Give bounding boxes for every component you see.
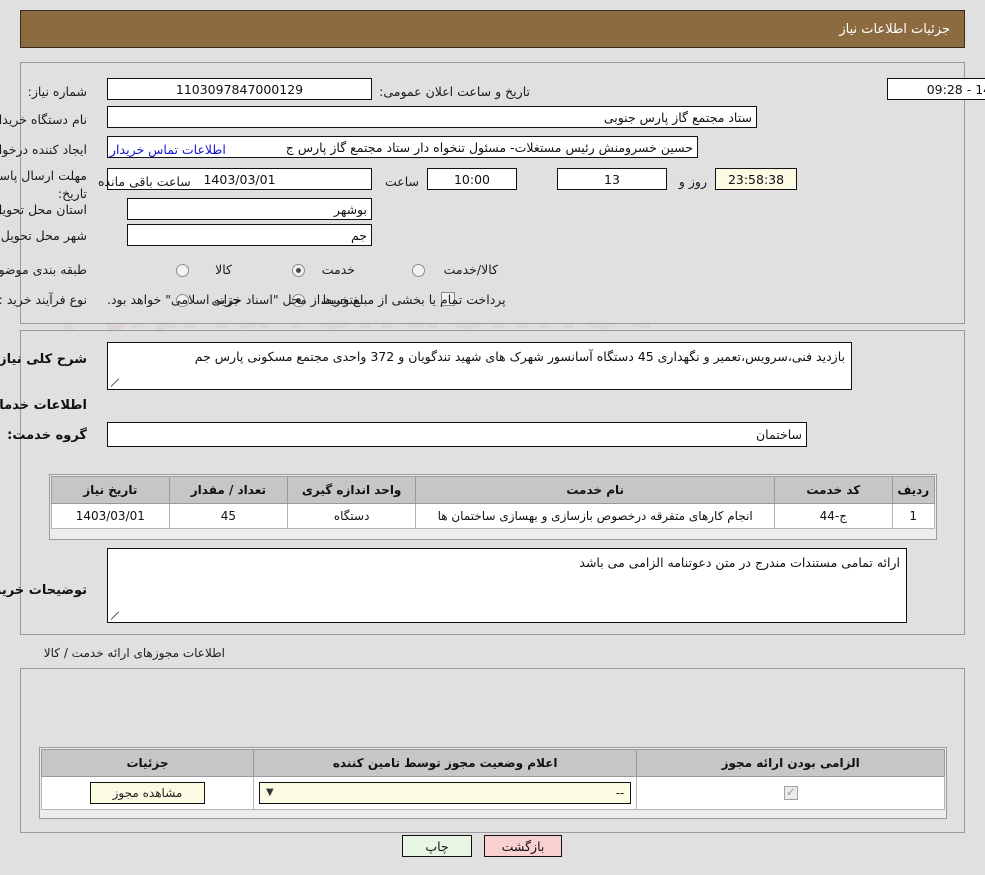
view-license-button[interactable]: مشاهده مجوز — [89, 782, 206, 804]
td-code: ج-44 — [774, 503, 893, 529]
buyer-org-value: ستاد مجتمع گاز پارس جنوبی — [107, 106, 757, 128]
td-unit: دستگاه — [287, 503, 417, 529]
remaining-hours-label: ساعت باقی مانده — [98, 174, 191, 189]
city-label: شهر محل تحویل: — [0, 228, 87, 243]
services-info-title: اطلاعات خدمات مورد نیاز — [0, 398, 87, 413]
th-code: کد خدمت — [774, 476, 893, 504]
th-date: تاریخ نیاز — [51, 476, 170, 504]
need-description-value[interactable]: بازدید فنی،سرویس،تعمیر و نگهداری 45 دستگ… — [107, 342, 852, 390]
license-status-selected: -- — [615, 786, 625, 800]
deadline-label-line1: مهلت ارسال پاسخ: تا — [0, 168, 87, 183]
need-number-label: شماره نیاز: — [27, 84, 87, 99]
buyer-org-label: نام دستگاه خریدار: — [0, 112, 87, 127]
service-group-value: ساختمان — [107, 422, 807, 447]
resize-grip-icon[interactable] — [110, 611, 120, 621]
th-license-details: جزئیات — [41, 749, 254, 777]
th-license-status: اعلام وضعیت مجوز توسط تامین کننده — [252, 749, 638, 777]
radio-category-service[interactable] — [292, 264, 305, 277]
page-header: جزئیات اطلاعات نیاز — [20, 10, 965, 48]
buyer-contact-link[interactable]: اطلاعات تماس خریدار — [110, 142, 226, 157]
days-label: روز و — [678, 174, 707, 189]
need-number-value: 1103097847000129 — [107, 78, 372, 100]
buyer-notes-label: توضیحات خریدار: — [0, 583, 87, 598]
province-value: بوشهر — [127, 198, 372, 220]
service-group-label: گروه خدمت: — [7, 428, 87, 443]
td-date: 1403/03/01 — [51, 503, 170, 529]
need-summary-panel — [20, 62, 965, 324]
radio-category-goods-label: کالا — [215, 262, 232, 277]
deadline-label-line2: تاریخ: — [57, 186, 87, 201]
radio-category-goods[interactable] — [176, 264, 189, 277]
radio-category-goods-service[interactable] — [412, 264, 425, 277]
licenses-section-title: اطلاعات مجوزهای ارائه خدمت / کالا — [43, 646, 225, 660]
treasury-docs-label: پرداخت تمام یا بخشی از مبلغ خرید،از محل … — [107, 292, 506, 307]
page-root: AriaTender.net جزئیات اطلاعات نیاز شماره… — [0, 0, 985, 875]
resize-grip-icon[interactable] — [110, 378, 120, 388]
license-required-checkbox — [783, 785, 798, 801]
table-row: 1 ج-44 انجام کارهای متفرقه درخصوص بازساز… — [51, 503, 935, 529]
th-unit: واحد اندازه گیری — [287, 476, 417, 504]
license-status-select[interactable]: ▼ -- — [258, 782, 632, 804]
buyer-notes-text: ارائه تمامی مستندات مندرج در متن دعوتنام… — [579, 555, 900, 570]
need-description-label: شرح کلی نیاز: — [0, 352, 87, 367]
request-creator-label: ایجاد کننده درخواست: — [0, 142, 87, 157]
chevron-down-icon: ▼ — [265, 787, 274, 798]
th-license-required: الزامی بودن ارائه مجوز — [636, 749, 945, 777]
td-license-required — [636, 776, 945, 810]
licenses-table-header-row: الزامی بودن ارائه مجوز اعلام وضعیت مجوز … — [41, 749, 945, 777]
services-table: ردیف کد خدمت نام خدمت واحد اندازه گیری ت… — [51, 476, 935, 529]
page-title: جزئیات اطلاعات نیاز — [839, 21, 950, 37]
th-row: ردیف — [891, 476, 935, 504]
hour-label: ساعت — [384, 174, 419, 189]
radio-category-goods-service-label: کالا/خدمت — [443, 262, 498, 277]
td-license-details: مشاهده مجوز — [41, 776, 254, 810]
print-button[interactable]: چاپ — [402, 835, 472, 857]
td-name: انجام کارهای متفرقه درخصوص بازسازی و بهس… — [415, 503, 776, 529]
licenses-table: الزامی بودن ارائه مجوز اعلام وضعیت مجوز … — [41, 749, 945, 810]
process-label: نوع فرآیند خرید : — [0, 292, 87, 307]
table-row: ▼ -- مشاهده مجوز — [41, 776, 945, 810]
public-announce-value: 1403/02/18 - 09:28 — [887, 78, 985, 100]
need-description-text: بازدید فنی،سرویس،تعمیر و نگهداری 45 دستگ… — [194, 349, 845, 364]
buyer-notes-value[interactable]: ارائه تمامی مستندات مندرج در متن دعوتنام… — [107, 548, 907, 623]
deadline-time-value: 10:00 — [427, 168, 517, 190]
countdown-value: 23:58:38 — [715, 168, 797, 190]
category-label: طبقه بندی موضوعی: — [0, 262, 87, 277]
td-row: 1 — [891, 503, 935, 529]
th-qty: تعداد / مقدار — [168, 476, 289, 504]
radio-category-service-label: خدمت — [321, 262, 355, 277]
td-license-status: ▼ -- — [252, 776, 638, 810]
td-qty: 45 — [168, 503, 289, 529]
city-value: جم — [127, 224, 372, 246]
public-announce-label: تاریخ و ساعت اعلان عمومی: — [379, 84, 530, 99]
services-table-header-row: ردیف کد خدمت نام خدمت واحد اندازه گیری ت… — [51, 476, 935, 504]
back-button[interactable]: بازگشت — [484, 835, 562, 857]
remaining-days-value: 13 — [557, 168, 667, 190]
province-label: استان محل تحویل: — [0, 202, 87, 217]
th-name: نام خدمت — [415, 476, 776, 504]
